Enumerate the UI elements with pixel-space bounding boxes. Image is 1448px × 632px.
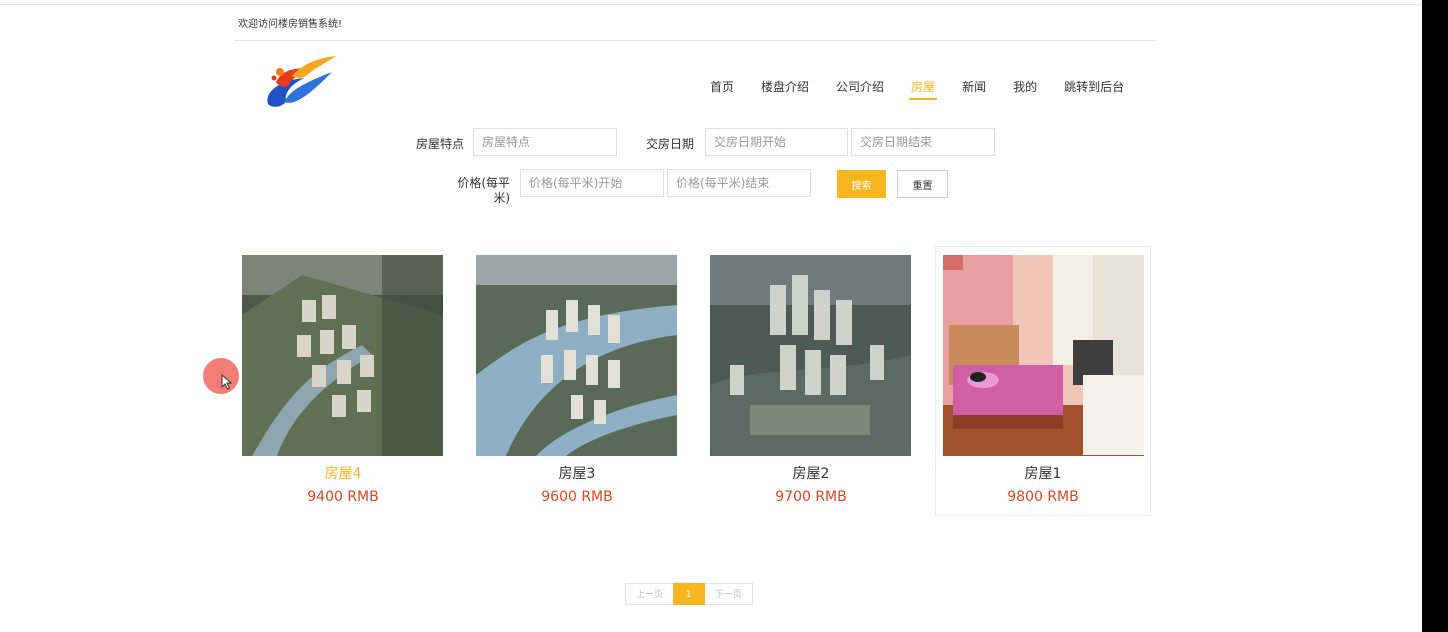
house-image[interactable]	[943, 255, 1144, 456]
top-border	[0, 0, 1422, 5]
house-price: 9400 RMB	[307, 489, 379, 505]
price-start-input[interactable]	[520, 169, 664, 197]
nav-company[interactable]: 公司介绍	[826, 78, 894, 100]
feature-input[interactable]	[473, 128, 617, 156]
header-divider	[234, 40, 1156, 41]
feature-label: 房屋特点	[415, 137, 464, 151]
nav-buildings[interactable]: 楼盘介绍	[751, 78, 819, 100]
house-name[interactable]: 房屋2	[704, 463, 918, 483]
house-price: 9800 RMB	[1007, 489, 1079, 505]
house-price: 9700 RMB	[775, 489, 847, 505]
house-image[interactable]	[476, 255, 677, 456]
house-name[interactable]: 房屋4	[236, 463, 450, 483]
mouse-pointer-icon	[221, 373, 233, 394]
pagination: 上一页 1 下一页	[625, 583, 753, 605]
prev-page-button[interactable]: 上一页	[625, 583, 674, 605]
nav-news[interactable]: 新闻	[952, 78, 996, 100]
house-name[interactable]: 房屋3	[470, 463, 684, 483]
date-label: 交房日期	[645, 137, 694, 151]
search-button[interactable]: 搜索	[837, 170, 886, 198]
house-image[interactable]	[710, 255, 911, 456]
house-image[interactable]	[242, 255, 443, 456]
nav-houses[interactable]: 房屋	[901, 78, 945, 100]
price-label-line2: 米)	[493, 191, 510, 205]
nav-mine[interactable]: 我的	[1003, 78, 1047, 100]
date-end-input[interactable]	[851, 128, 995, 156]
next-page-button[interactable]: 下一页	[704, 583, 753, 605]
price-label-line1: 价格(每平	[457, 176, 510, 190]
nav-admin[interactable]: 跳转到后台	[1054, 78, 1134, 100]
price-label: 价格(每平 米)	[440, 176, 510, 206]
page-1-button[interactable]: 1	[673, 583, 705, 605]
house-name[interactable]: 房屋1	[936, 463, 1150, 483]
house-card[interactable]: 房屋3 9600 RMB	[469, 246, 685, 516]
house-card[interactable]: 房屋1 9800 RMB	[935, 246, 1151, 516]
welcome-text: 欢迎访问楼房销售系统!	[238, 19, 343, 30]
reset-button[interactable]: 重置	[897, 170, 948, 198]
price-end-input[interactable]	[667, 169, 811, 197]
window-edge	[1422, 0, 1448, 632]
house-card[interactable]: 房屋4 9400 RMB	[235, 246, 451, 516]
main-nav: 首页 楼盘介绍 公司介绍 房屋 新闻 我的 跳转到后台	[700, 78, 1141, 100]
nav-home[interactable]: 首页	[700, 78, 744, 100]
date-start-input[interactable]	[705, 128, 848, 156]
site-logo[interactable]	[262, 52, 340, 112]
house-card[interactable]: 房屋2 9700 RMB	[703, 246, 919, 516]
house-price: 9600 RMB	[541, 489, 613, 505]
